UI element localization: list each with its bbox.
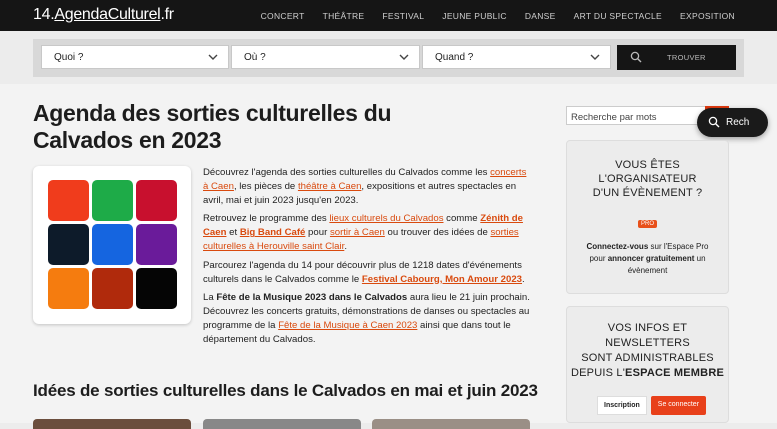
logo-brand: AgendaCulturel — [54, 6, 161, 23]
keyword-search-input[interactable] — [567, 109, 705, 126]
search-form: Quoi ? Où ? Quand ? TROUVER — [33, 39, 744, 77]
text: . — [522, 273, 525, 285]
tile — [92, 268, 133, 309]
text: pour — [305, 227, 330, 239]
login-button[interactable]: Se connecter — [650, 396, 707, 415]
text: Découvrez l'agenda des sorties culturell… — [203, 167, 491, 178]
floating-search-button[interactable]: Rech — [697, 108, 768, 137]
link-festival-cabourg[interactable]: Festival Cabourg, Mon Amour 2023 — [362, 274, 522, 285]
nav-item-theatre[interactable]: THÉÂTRE — [323, 11, 365, 21]
member-buttons: Inscription Se connecter — [597, 396, 707, 415]
logo-tld: .fr — [160, 6, 174, 23]
where-select[interactable]: Où ? — [231, 45, 420, 69]
text: Retrouvez le programme des — [203, 213, 330, 225]
link-big-band-cafe[interactable]: Big Band Café — [240, 227, 306, 238]
event-search-bar: Quoi ? Où ? Quand ? TROUVER — [0, 31, 777, 84]
title-line: VOS INFOS ET — [607, 322, 688, 334]
text: DEPUIS L' — [571, 367, 626, 379]
title-line: DEPUIS L'ESPACE MEMBRE — [567, 366, 728, 381]
nav-item-exposition[interactable]: EXPOSITION — [680, 11, 735, 21]
search-icon — [708, 116, 720, 128]
intro-paragraph: Parcourez l'agenda du 14 pour découvrir … — [203, 259, 533, 287]
text: et — [226, 227, 240, 239]
tile — [136, 268, 177, 309]
search-icon — [630, 51, 642, 63]
title-line: L'ORGANISATEUR — [598, 173, 697, 185]
nav-item-concert[interactable]: CONCERT — [261, 11, 305, 21]
top-navbar: 14.AgendaCulturel.fr CONCERT THÉÂTRE FES… — [0, 0, 777, 31]
keyword-search-field — [566, 106, 706, 126]
chevron-down-icon — [208, 54, 218, 60]
fete-musique-highlight: Fête de la Musique 2023 dans le Calvados — [216, 292, 408, 304]
text: . — [344, 240, 347, 252]
text-bold: annoncer gratuitement — [607, 254, 695, 263]
member-box: VOS INFOS ET NEWSLETTERS SONT ADMINISTRA… — [566, 306, 729, 423]
logo-prefix: 14. — [33, 6, 55, 23]
tile — [92, 224, 133, 265]
site-logo[interactable]: 14.AgendaCulturel.fr — [33, 6, 174, 24]
intro-paragraph: La Fête de la Musique 2023 dans le Calva… — [203, 291, 533, 346]
tile — [136, 180, 177, 221]
tile — [92, 180, 133, 221]
find-button-label: TROUVER — [667, 53, 706, 62]
app-tiles-image — [33, 166, 191, 324]
text: La — [203, 292, 217, 304]
what-select[interactable]: Quoi ? — [41, 45, 229, 69]
when-select[interactable]: Quand ? — [422, 45, 611, 69]
organizer-title: VOUS ÊTES L'ORGANISATEUR D'UN ÉVÈNEMENT … — [567, 158, 728, 200]
title-line: VOUS ÊTES — [615, 159, 680, 171]
organizer-box: VOUS ÊTES L'ORGANISATEUR D'UN ÉVÈNEMENT … — [566, 140, 729, 294]
title-line: SONT ADMINISTRABLES — [581, 352, 714, 364]
intro-paragraph: Découvrez l'agenda des sorties culturell… — [203, 166, 533, 207]
section-title: Idées de sorties culturelles dans le Cal… — [33, 381, 538, 400]
pro-badge-wrap: PRO — [567, 212, 728, 230]
main-nav: CONCERT THÉÂTRE FESTIVAL JEUNE PUBLIC DA… — [261, 0, 735, 31]
event-card[interactable] — [372, 419, 530, 429]
what-select-label: Quoi ? — [54, 52, 84, 63]
nav-item-festival[interactable]: FESTIVAL — [382, 11, 424, 21]
tile — [136, 224, 177, 265]
signup-button[interactable]: Inscription — [597, 396, 647, 415]
organizer-text: Connectez-vous sur l'Espace Pro pour ann… — [567, 241, 728, 277]
connect-link[interactable]: Connectez-vous — [586, 242, 648, 251]
event-card[interactable] — [203, 419, 361, 429]
tile — [48, 180, 89, 221]
link-lieux-culturels[interactable]: lieux culturels du Calvados — [329, 213, 443, 224]
page-title: Agenda des sorties culturelles du Calvad… — [33, 100, 392, 153]
nav-item-jeune-public[interactable]: JEUNE PUBLIC — [442, 11, 507, 21]
link-theatre-caen[interactable]: théâtre à Caen — [298, 181, 361, 192]
title-line: D'UN ÉVÈNEMENT ? — [592, 187, 703, 199]
floating-search-label: Rech — [726, 117, 750, 128]
member-title: VOS INFOS ET NEWSLETTERS SONT ADMINISTRA… — [567, 321, 728, 381]
chevron-down-icon — [590, 54, 600, 60]
intro-paragraph: Retrouvez le programme des lieux culture… — [203, 212, 533, 253]
link-sortir-caen[interactable]: sortir à Caen — [330, 227, 385, 238]
text: comme — [443, 213, 481, 225]
event-card[interactable] — [33, 419, 191, 429]
chevron-down-icon — [399, 54, 409, 60]
text: ou trouver des idées de — [384, 227, 491, 239]
tile — [48, 224, 89, 265]
where-select-label: Où ? — [244, 52, 266, 63]
tile — [48, 268, 89, 309]
find-button[interactable]: TROUVER — [617, 45, 736, 70]
when-select-label: Quand ? — [435, 52, 474, 63]
nav-item-danse[interactable]: DANSE — [525, 11, 556, 21]
text: , les pièces de — [233, 180, 298, 192]
text-bold: ESPACE MEMBRE — [625, 367, 724, 379]
title-line: NEWSLETTERS — [605, 337, 690, 349]
intro-text: Découvrez l'agenda des sorties culturell… — [203, 166, 533, 352]
pro-badge: PRO — [637, 220, 657, 228]
nav-item-art-du-spectacle[interactable]: ART DU SPECTACLE — [574, 11, 662, 21]
link-fete-musique-caen[interactable]: Fête de la Musique à Caen 2023 — [278, 320, 417, 331]
main-content: Agenda des sorties culturelles du Calvad… — [0, 84, 777, 429]
